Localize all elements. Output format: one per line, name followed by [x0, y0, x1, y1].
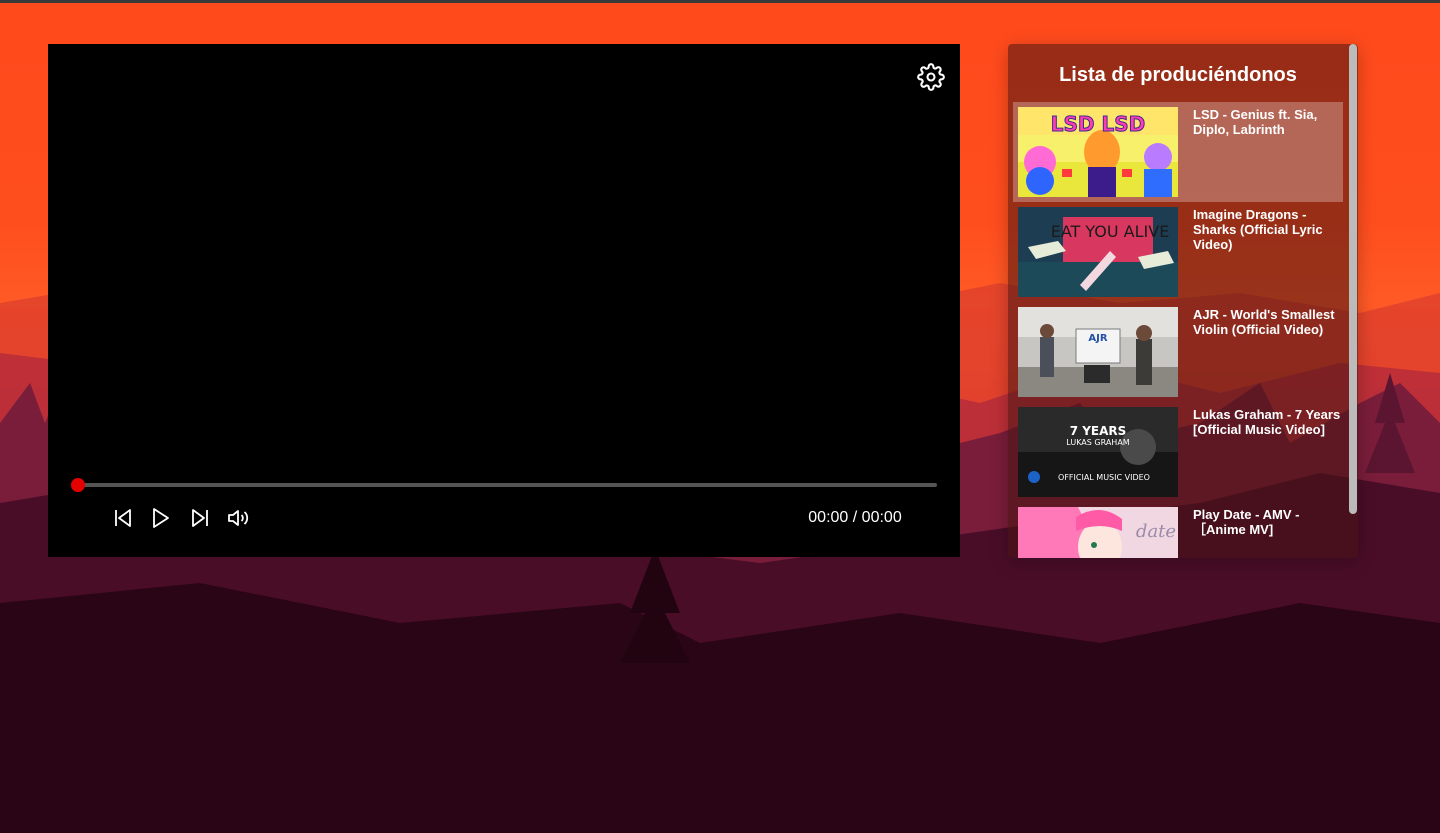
- playlist-item[interactable]: 7 YEARS LUKAS GRAHAM OFFICIAL MUSIC VIDE…: [1013, 402, 1343, 502]
- video-thumbnail: EAT YOU ALIVE: [1018, 207, 1178, 297]
- gear-icon[interactable]: [917, 63, 945, 91]
- thumb-caption: 7 YEARS: [1070, 424, 1127, 438]
- thumb-caption: date: [1136, 521, 1176, 542]
- playlist-panel[interactable]: Lista de produciéndonos LSD LSD LSD - Ge…: [1008, 44, 1358, 558]
- video-thumbnail: AJR: [1018, 307, 1178, 397]
- thumb-logo: LSD LSD: [1051, 112, 1145, 136]
- playlist-item[interactable]: AJR AJR - World's Smallest Violin (Offic…: [1013, 302, 1343, 402]
- thumb-caption: EAT YOU ALIVE: [1051, 222, 1170, 241]
- time-separator: /: [848, 509, 862, 526]
- play-icon[interactable]: [148, 506, 172, 530]
- playlist-item-title: Imagine Dragons - Sharks (Official Lyric…: [1193, 207, 1323, 252]
- thumb-caption: AJR: [1088, 333, 1107, 344]
- playlist-item-title: LSD - Genius ft. Sia, Diplo, Labrinth: [1193, 107, 1318, 137]
- playlist-item[interactable]: LSD LSD LSD - Genius ft. Sia, Diplo, Lab…: [1013, 102, 1343, 202]
- playlist-item-title: Lukas Graham - 7 Years [Official Music V…: [1193, 407, 1341, 437]
- next-icon[interactable]: [188, 506, 212, 530]
- video-thumbnail: LSD LSD: [1018, 107, 1178, 197]
- time-total: 00:00: [861, 509, 902, 526]
- progress-bar[interactable]: [78, 483, 937, 487]
- time-display: 00:00 / 00:00: [790, 509, 920, 527]
- playlist-item-title: AJR - World's Smallest Violin (Official …: [1193, 307, 1335, 337]
- video-thumbnail: 7 YEARS LUKAS GRAHAM OFFICIAL MUSIC VIDE…: [1018, 407, 1178, 497]
- video-player[interactable]: [48, 44, 960, 557]
- playlist-title: Lista de produciéndonos: [1059, 64, 1297, 86]
- video-thumbnail: date: [1018, 507, 1178, 558]
- thumb-caption: LUKAS GRAHAM: [1066, 438, 1130, 447]
- playlist-item[interactable]: date Play Date - AMV - ［Anime MV]: [1013, 502, 1343, 558]
- previous-icon[interactable]: [111, 506, 135, 530]
- volume-icon[interactable]: [226, 506, 250, 530]
- time-current: 00:00: [808, 509, 849, 526]
- playlist-scrollbar[interactable]: [1349, 44, 1357, 514]
- thumb-caption: OFFICIAL MUSIC VIDEO: [1058, 473, 1150, 482]
- progress-thumb[interactable]: [71, 478, 85, 492]
- playlist-item[interactable]: EAT YOU ALIVE Imagine Dragons - Sharks (…: [1013, 202, 1343, 302]
- playlist-item-title: Play Date - AMV - ［Anime MV]: [1193, 507, 1300, 537]
